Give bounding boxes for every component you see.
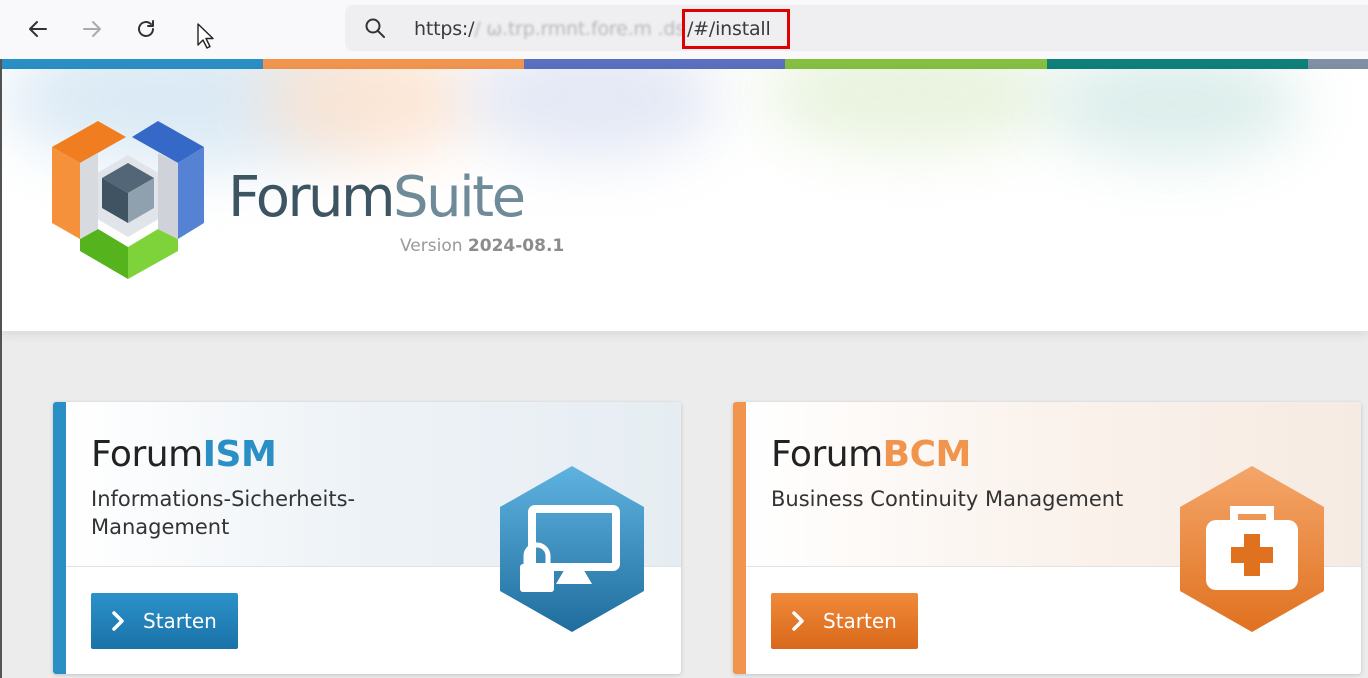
card-title-prefix: Forum	[91, 434, 203, 475]
forumsuite-logo	[52, 121, 204, 279]
stripe-segment	[2, 59, 263, 69]
browser-toolbar: https:// ω.trp.rmnt.fore.m .ds/#/install	[0, 0, 1368, 59]
card-accent-bar	[733, 402, 746, 674]
reload-icon	[138, 20, 154, 37]
card-forum-ism: ForumISM Informations-Sicherheits-Manage…	[53, 402, 681, 674]
button-label: Starten	[143, 609, 217, 633]
computer-lock-icon	[500, 466, 644, 632]
app-header: ForumSuite Version 2024-08.1	[2, 69, 1368, 331]
back-arrow-icon	[29, 21, 47, 37]
url-fragment-highlight: /#/install	[681, 9, 790, 49]
card-subtitle: Informations-Sicherheits-Management	[91, 487, 356, 539]
color-stripe	[2, 59, 1368, 69]
url-obscured: / ω.trp.rmnt.fore.m .ds	[474, 18, 685, 40]
version-label: Version 2024-08.1	[400, 236, 564, 256]
mouse-cursor-icon	[197, 23, 214, 49]
brand-part-suite: Suite	[393, 165, 526, 230]
back-button[interactable]	[21, 12, 55, 46]
card-title: ForumBCM	[771, 434, 971, 475]
card-title-prefix: Forum	[771, 434, 883, 475]
reload-button[interactable]	[129, 12, 163, 46]
forward-arrow-icon	[83, 21, 101, 37]
address-bar[interactable]: https:// ω.trp.rmnt.fore.m .ds/#/install	[345, 5, 1368, 51]
first-aid-kit-icon	[1180, 466, 1324, 632]
url-text[interactable]: https:// ω.trp.rmnt.fore.m .ds/#/install	[414, 9, 790, 49]
card-subtitle: Business Continuity Management	[771, 487, 1124, 511]
card-title-suffix: ISM	[202, 434, 277, 475]
chevron-right-icon	[112, 611, 124, 631]
stripe-segment	[785, 59, 1047, 69]
card-title: ForumISM	[91, 434, 277, 475]
version-number: 2024-08.1	[467, 236, 565, 256]
version-text: Version	[400, 236, 463, 256]
card-forum-bcm: ForumBCM Business Continuity Management …	[733, 402, 1361, 674]
brand-part-forum: Forum	[228, 165, 396, 230]
brand-title: ForumSuite	[228, 165, 526, 230]
stripe-segment	[524, 59, 785, 69]
search-icon	[365, 18, 385, 38]
url-prefix: https:/	[414, 18, 475, 40]
card-accent-bar	[53, 402, 66, 674]
stripe-segment	[1308, 59, 1368, 69]
stripe-segment	[263, 59, 524, 69]
button-label: Starten	[823, 609, 897, 633]
chevron-right-icon	[792, 611, 804, 631]
card-title-suffix: BCM	[882, 434, 972, 475]
start-ism-button[interactable]: Starten	[91, 593, 238, 649]
start-bcm-button[interactable]: Starten	[771, 593, 918, 649]
stripe-segment	[1047, 59, 1308, 69]
forward-button[interactable]	[75, 12, 109, 46]
